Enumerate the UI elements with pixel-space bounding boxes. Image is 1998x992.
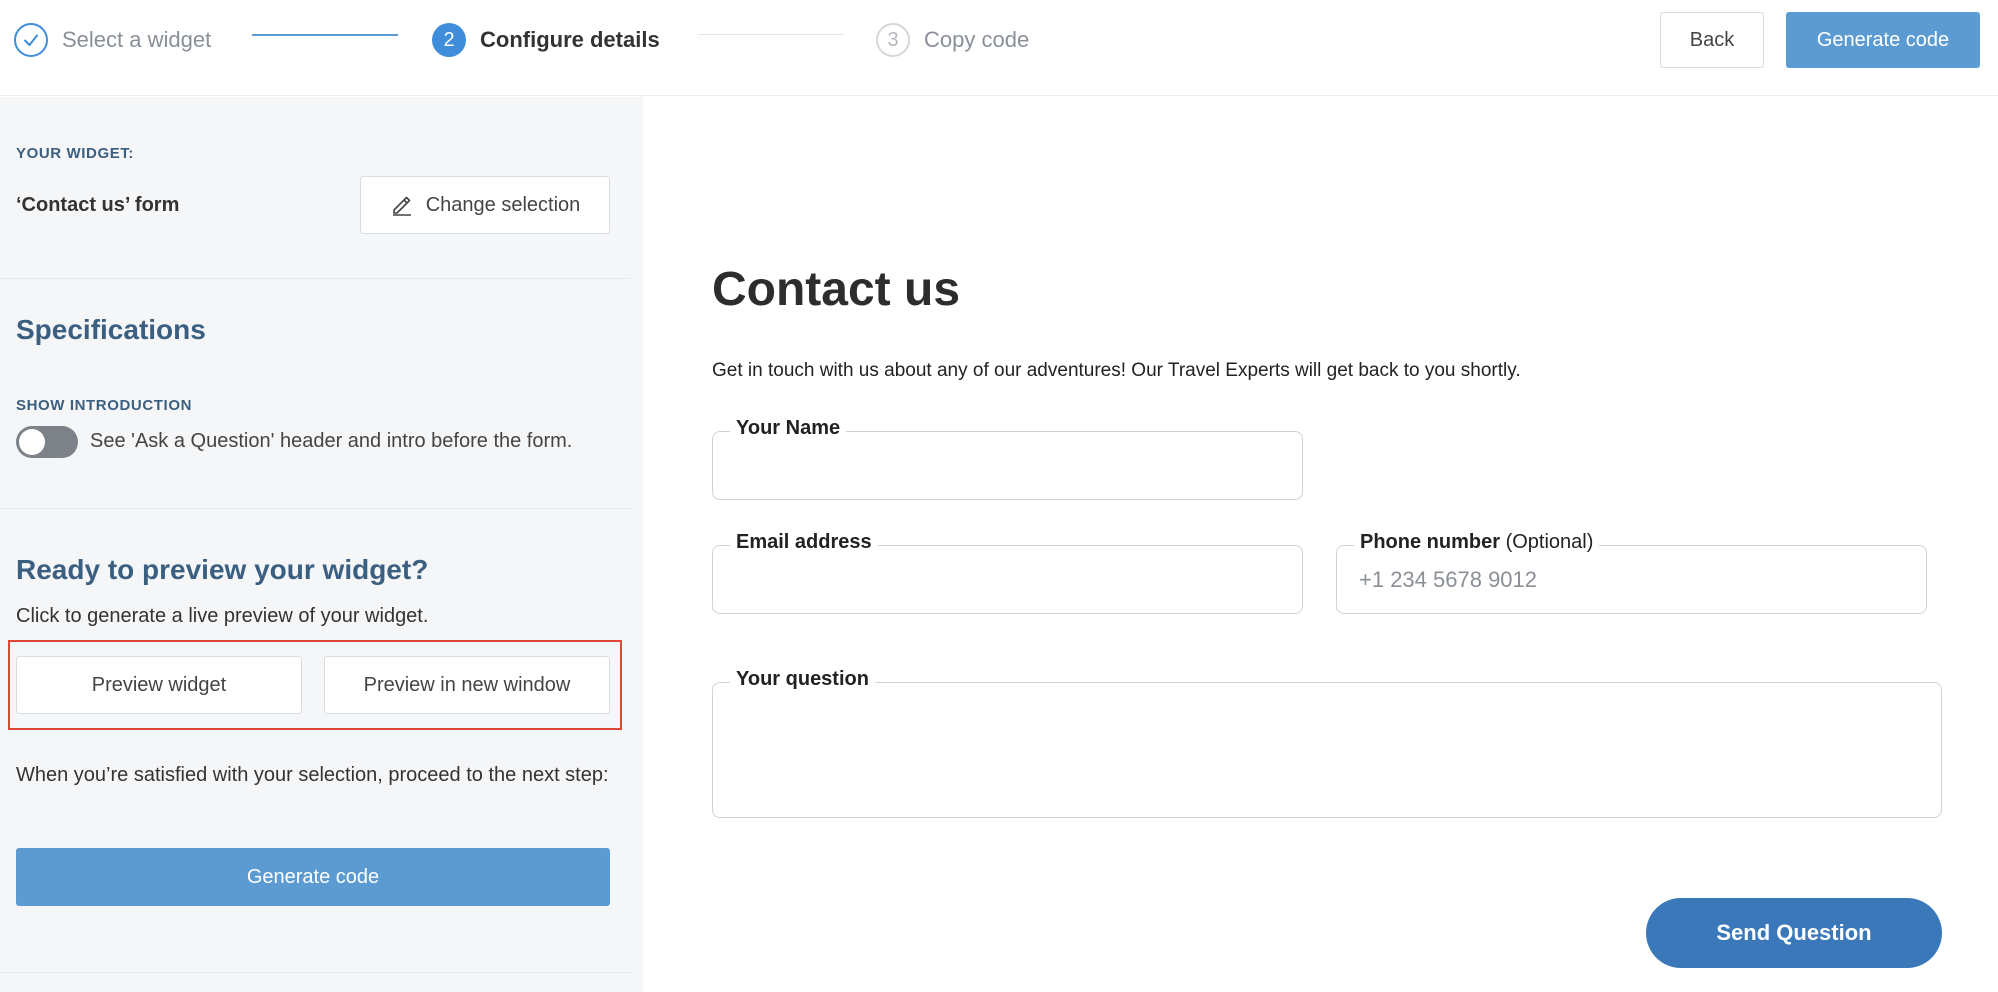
step-connector: [252, 34, 398, 36]
generate-code-sidebar-button[interactable]: Generate code: [16, 848, 610, 906]
step-connector: [698, 34, 844, 35]
your-name-input[interactable]: [713, 432, 1302, 499]
email-label: Email address: [730, 531, 878, 554]
back-button[interactable]: Back: [1660, 12, 1764, 68]
send-question-button[interactable]: Send Question: [1646, 898, 1942, 968]
question-textarea[interactable]: [713, 683, 1941, 817]
step-label: Configure details: [480, 27, 660, 52]
divider: [0, 278, 630, 279]
phone-label-text: Phone number: [1360, 531, 1501, 553]
toggle-knob: [19, 429, 45, 455]
top-bar: Select a widget 2 Configure details 3 Co…: [0, 0, 1998, 96]
pencil-icon: [390, 193, 414, 217]
step-configure-details: 2 Configure details: [432, 22, 660, 58]
step-copy-code: 3 Copy code: [876, 22, 1029, 58]
your-widget-label: YOUR WIDGET:: [16, 145, 135, 162]
widget-name: ‘Contact us’ form: [16, 194, 180, 216]
step-label: Select a widget: [62, 27, 212, 52]
proceed-text: When you’re satisfied with your selectio…: [16, 764, 609, 786]
show-introduction-toggle[interactable]: [16, 426, 78, 458]
phone-label: Phone number (Optional): [1354, 531, 1600, 554]
email-field[interactable]: [712, 545, 1303, 614]
question-label: Your question: [730, 668, 875, 691]
change-selection-button[interactable]: Change selection: [360, 176, 610, 234]
ready-preview-title: Ready to preview your widget?: [16, 554, 429, 585]
ready-preview-description: Click to generate a live preview of your…: [16, 605, 429, 627]
preview-widget-button[interactable]: Preview widget: [16, 656, 302, 714]
check-icon: [14, 23, 48, 57]
email-input[interactable]: [713, 546, 1302, 613]
contact-us-title: Contact us: [712, 263, 961, 316]
phone-input[interactable]: [1337, 546, 1926, 613]
show-introduction-label: SHOW INTRODUCTION: [16, 397, 193, 414]
question-field[interactable]: [712, 682, 1942, 818]
show-introduction-description: See 'Ask a Question' header and intro be…: [90, 430, 573, 452]
divider: [0, 508, 630, 509]
step-label: Copy code: [924, 27, 1030, 52]
specifications-title: Specifications: [16, 314, 206, 345]
step-number: 3: [876, 23, 910, 57]
your-name-label: Your Name: [730, 417, 847, 440]
your-name-field[interactable]: [712, 431, 1303, 500]
step-select-widget[interactable]: Select a widget: [14, 22, 211, 58]
phone-optional-text: (Optional): [1505, 531, 1594, 553]
preview-new-window-button[interactable]: Preview in new window: [324, 656, 610, 714]
change-selection-label: Change selection: [425, 193, 581, 216]
phone-field[interactable]: [1336, 545, 1927, 614]
generate-code-button[interactable]: Generate code: [1786, 12, 1980, 68]
contact-us-intro: Get in touch with us about any of our ad…: [712, 360, 1521, 381]
step-number: 2: [432, 23, 466, 57]
divider: [0, 972, 630, 973]
